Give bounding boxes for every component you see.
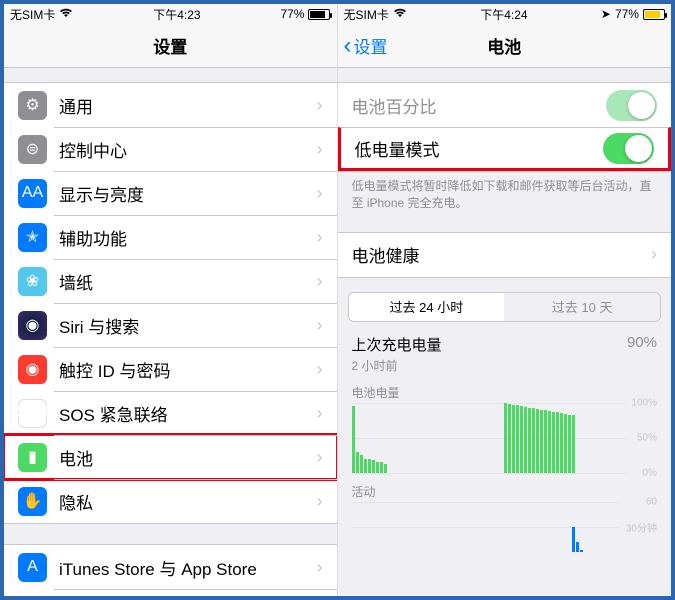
location-icon: ➤ <box>601 7 611 21</box>
row-label: 显示与亮度 <box>59 181 317 206</box>
sos-icon: SOS <box>18 399 47 428</box>
status-bar: 无SIM卡 下午4:23 77% <box>4 4 337 24</box>
wifi-icon <box>59 7 73 21</box>
toggle-low-power-mode[interactable] <box>603 133 654 164</box>
carrier-text: 无SIM卡 <box>344 6 389 23</box>
last-charge-pct: 90% <box>627 334 657 351</box>
chevron-right-icon: › <box>317 227 323 248</box>
time-range-segment[interactable]: 过去 24 小时 过去 10 天 <box>348 292 662 322</box>
label-low-power-mode: 低电量模式 <box>355 136 604 161</box>
row-label: SOS 紧急联络 <box>59 401 317 426</box>
battery-level-chart: 100% 50% 0% <box>352 403 658 473</box>
row-label: 辅助功能 <box>59 225 317 250</box>
store-icon: A <box>18 553 47 582</box>
row-label: iTunes Store 与 App Store <box>59 555 317 580</box>
wall-icon: ❀ <box>18 267 47 296</box>
row-sos[interactable]: SOS SOS 紧急联络› <box>4 391 337 435</box>
chevron-right-icon: › <box>317 139 323 160</box>
row-wallet[interactable]: ▣钱包与 Apple Pay› <box>4 589 337 596</box>
siri-icon: ◉ <box>18 311 47 340</box>
carrier-text: 无SIM卡 <box>10 6 55 23</box>
row-label: 墙纸 <box>59 269 317 294</box>
wifi-icon <box>393 7 407 21</box>
row-label: 控制中心 <box>59 137 317 162</box>
chevron-right-icon: › <box>317 271 323 292</box>
low-power-footer: 低电量模式将暂时降低如下载和邮件获取等后台活动，直至 iPhone 完全充电。 <box>338 172 672 212</box>
chevron-right-icon: › <box>317 447 323 468</box>
last-charge-block: 上次充电电量 2 小时前 90% <box>338 322 672 374</box>
last-charge-title: 上次充电电量 <box>352 334 442 355</box>
chevron-right-icon: › <box>317 315 323 336</box>
last-charge-sub: 2 小时前 <box>352 357 442 374</box>
privacy-icon: ✋ <box>18 487 47 516</box>
chevron-right-icon: › <box>317 403 323 424</box>
row-privacy[interactable]: ✋ 隐私› <box>4 479 337 523</box>
row-access[interactable]: ✭ 辅助功能› <box>4 215 337 259</box>
row-wall[interactable]: ❀ 墙纸› <box>4 259 337 303</box>
row-store[interactable]: AiTunes Store 与 App Store› <box>4 545 337 589</box>
row-touch[interactable]: ◉ 触控 ID 与密码› <box>4 347 337 391</box>
control-icon: ⊜ <box>18 135 47 164</box>
clock: 下午4:24 <box>480 6 527 23</box>
chevron-right-icon: › <box>317 95 323 116</box>
row-general[interactable]: ⚙ 通用› <box>4 83 337 127</box>
page-title: 设置 <box>153 33 187 58</box>
row-siri[interactable]: ◉ Siri 与搜索› <box>4 303 337 347</box>
row-label: 通用 <box>59 93 317 118</box>
row-label: 触控 ID 与密码 <box>59 357 317 382</box>
chevron-right-icon: › <box>317 491 323 512</box>
display-icon: AA <box>18 179 47 208</box>
label-battery-percent: 电池百分比 <box>352 93 607 118</box>
access-icon: ✭ <box>18 223 47 252</box>
nav-bar: ‹ 设置 电池 <box>338 24 672 68</box>
row-battery-health[interactable]: 电池健康 › <box>338 233 672 277</box>
label-battery-health: 电池健康 <box>352 242 652 267</box>
chevron-right-icon: › <box>317 359 323 380</box>
general-icon: ⚙ <box>18 91 47 120</box>
row-battery-percent[interactable]: 电池百分比 <box>338 83 672 127</box>
battery-pct: 77% <box>615 7 639 21</box>
back-label: 设置 <box>354 33 388 58</box>
back-button[interactable]: ‹ 设置 <box>344 32 388 60</box>
chevron-right-icon: › <box>317 183 323 204</box>
row-label: 隐私 <box>59 489 317 514</box>
row-label: 电池 <box>59 445 317 470</box>
battery-icon <box>643 9 665 20</box>
nav-bar: 设置 <box>4 24 337 68</box>
chevron-right-icon: › <box>317 557 323 578</box>
row-label: Siri 与搜索 <box>59 313 317 338</box>
page-title: 电池 <box>487 33 521 58</box>
batt-icon: ▮ <box>18 443 47 472</box>
seg-10d[interactable]: 过去 10 天 <box>504 293 660 321</box>
chart-label-activity: 活动 <box>338 473 672 502</box>
row-low-power-mode[interactable]: 低电量模式 <box>338 127 672 171</box>
chevron-left-icon: ‹ <box>344 32 352 60</box>
row-display[interactable]: AA 显示与亮度› <box>4 171 337 215</box>
touch-icon: ◉ <box>18 355 47 384</box>
chart-label-level: 电池电量 <box>338 374 672 403</box>
battery-pct: 77% <box>280 7 304 21</box>
chevron-right-icon: › <box>651 244 657 265</box>
toggle-battery-percent[interactable] <box>606 90 657 121</box>
clock: 下午4:23 <box>153 6 200 23</box>
battery-icon <box>308 9 330 20</box>
activity-chart: 60 30分钟 <box>352 502 658 552</box>
row-control[interactable]: ⊜ 控制中心› <box>4 127 337 171</box>
status-bar: 无SIM卡 下午4:24 ➤ 77% <box>338 4 672 24</box>
seg-24h[interactable]: 过去 24 小时 <box>349 293 505 321</box>
row-batt[interactable]: ▮ 电池› <box>4 435 337 479</box>
